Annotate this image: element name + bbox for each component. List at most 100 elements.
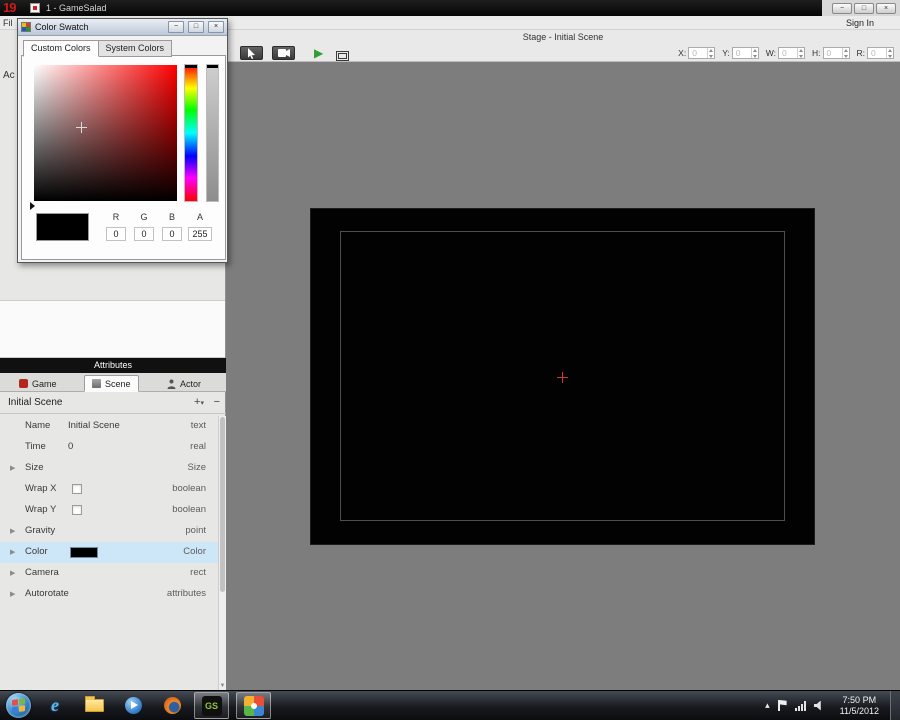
channel-b-input[interactable]: 0 xyxy=(162,227,182,241)
saturation-value-picker[interactable] xyxy=(34,65,177,201)
attr-name: Wrap X xyxy=(25,483,57,494)
expander-icon[interactable]: ▶ xyxy=(10,569,15,577)
dialog-maximize-icon[interactable]: □ xyxy=(188,21,204,33)
stage-header-title: Stage - Initial Scene xyxy=(226,30,900,45)
attr-row-name[interactable]: Name Initial Scene text xyxy=(0,416,218,437)
taskbar-firefox-button[interactable] xyxy=(157,692,187,720)
attr-row-gravity[interactable]: ▶ Gravity point xyxy=(0,521,218,542)
field-x-input[interactable]: 0 xyxy=(688,47,716,59)
show-hidden-icons-icon[interactable]: ▴ xyxy=(765,701,770,710)
field-y-label: Y: xyxy=(722,48,730,58)
add-attribute-button[interactable]: +▾ xyxy=(194,395,204,411)
taskbar-gamesalad-button[interactable]: GS xyxy=(194,692,229,719)
dialog-close-icon[interactable]: × xyxy=(208,21,224,33)
file-menu[interactable]: Fil xyxy=(3,18,13,28)
select-tool-button[interactable] xyxy=(240,46,263,60)
expander-icon[interactable]: ▶ xyxy=(10,548,15,556)
start-button[interactable] xyxy=(6,693,31,718)
system-tray: ▴ 7:50 PM 11/5/2012 xyxy=(765,695,886,717)
wrap-x-checkbox[interactable] xyxy=(72,484,82,494)
dialog-body: R G B A 0 0 0 255 xyxy=(21,55,226,260)
attr-type: boolean xyxy=(172,504,206,515)
channel-b-label: B xyxy=(168,212,175,222)
action-center-icon[interactable] xyxy=(777,700,787,711)
alpha-slider[interactable] xyxy=(206,64,219,202)
field-x-label: X: xyxy=(678,48,687,58)
folder-icon xyxy=(84,696,104,712)
attr-name: Name xyxy=(25,420,51,431)
expander-icon[interactable]: ▶ xyxy=(10,527,15,535)
dialog-tab-bar: Custom Colors System Colors xyxy=(23,40,173,57)
attr-type: real xyxy=(190,441,206,452)
hue-slider[interactable] xyxy=(184,64,198,202)
close-icon[interactable]: × xyxy=(876,2,896,14)
stepper-icon[interactable] xyxy=(750,48,758,58)
field-r-label: R: xyxy=(856,48,866,58)
attr-value[interactable]: 0 xyxy=(68,441,73,452)
field-h-input[interactable]: 0 xyxy=(822,47,850,59)
stepper-icon[interactable] xyxy=(841,48,849,58)
field-r-input[interactable]: 0 xyxy=(867,47,894,59)
taskbar-media-player-button[interactable] xyxy=(118,692,148,720)
play-button[interactable]: ▶ xyxy=(314,45,323,61)
scroll-down-icon[interactable]: ▼ xyxy=(219,683,226,689)
show-desktop-button[interactable] xyxy=(890,690,900,720)
dialog-minimize-icon[interactable]: − xyxy=(168,21,184,33)
volume-icon[interactable] xyxy=(813,700,821,711)
tab-game[interactable]: Game xyxy=(12,375,64,392)
wrap-y-checkbox[interactable] xyxy=(72,505,82,515)
actor-icon xyxy=(167,379,176,389)
field-y-input[interactable]: 0 xyxy=(731,47,759,59)
taskbar-explorer-button[interactable] xyxy=(79,692,109,720)
attr-row-color[interactable]: ▶ Color Color xyxy=(0,542,218,563)
expander-icon[interactable]: ▶ xyxy=(10,464,15,472)
attr-row-autorotate[interactable]: ▶ Autorotate attributes xyxy=(0,584,218,605)
sign-in-link[interactable]: Sign In xyxy=(846,18,874,28)
attr-row-camera[interactable]: ▶ Camera rect xyxy=(0,563,218,584)
tab-system-colors[interactable]: System Colors xyxy=(98,40,173,57)
tab-custom-colors[interactable]: Custom Colors xyxy=(23,40,99,57)
camera-tool-button[interactable] xyxy=(272,46,295,60)
attributes-scrollbar[interactable]: ▼ xyxy=(218,416,226,690)
attr-row-wrap-x[interactable]: Wrap X boolean xyxy=(0,479,218,500)
field-w-input[interactable]: 0 xyxy=(778,47,805,59)
maximize-icon[interactable]: □ xyxy=(854,2,874,14)
color-swatch-dialog: Color Swatch − □ × Custom Colors System … xyxy=(17,18,228,263)
tab-actor[interactable]: Actor xyxy=(160,375,208,392)
attr-row-wrap-y[interactable]: Wrap Y boolean xyxy=(0,500,218,521)
field-x: X: 0 xyxy=(678,47,716,59)
scene-icon xyxy=(92,379,101,388)
attr-row-time[interactable]: Time 0 real xyxy=(0,437,218,458)
dialog-titlebar[interactable]: Color Swatch − □ × xyxy=(18,19,227,36)
taskbar-recorder-button[interactable] xyxy=(236,692,271,719)
tab-game-label: Game xyxy=(32,378,57,389)
transform-fields: X: 0 Y: 0 W: 0 H: 0 R: 0 xyxy=(678,47,894,59)
scrollbar-thumb[interactable] xyxy=(220,417,225,592)
scene-stage[interactable] xyxy=(310,208,815,545)
color-swatch-icon xyxy=(21,22,31,32)
color-value-swatch[interactable] xyxy=(70,547,98,558)
taskbar-clock[interactable]: 7:50 PM 11/5/2012 xyxy=(840,695,879,717)
expander-icon[interactable]: ▶ xyxy=(10,590,15,598)
alpha-marker[interactable] xyxy=(207,65,218,68)
stepper-icon[interactable] xyxy=(886,48,893,58)
screen: 19 1 - GameSalad − □ × Fil Sign In Ac At… xyxy=(0,0,900,720)
tab-scene[interactable]: Scene xyxy=(84,375,139,392)
attr-type: Size xyxy=(187,462,206,473)
field-w: W: 0 xyxy=(766,47,805,59)
caret-down-icon: ▾ xyxy=(200,400,204,407)
attr-type: rect xyxy=(190,567,206,578)
attr-value[interactable]: Initial Scene xyxy=(68,420,120,431)
taskbar-ie-button[interactable]: e xyxy=(40,692,70,720)
remove-attribute-button[interactable]: − xyxy=(214,395,220,410)
stepper-icon[interactable] xyxy=(707,48,714,58)
channel-a-input[interactable]: 255 xyxy=(188,227,212,241)
network-icon[interactable] xyxy=(794,700,806,711)
attr-row-size[interactable]: ▶ Size Size xyxy=(0,458,218,479)
minimize-icon[interactable]: − xyxy=(832,2,852,14)
hue-marker[interactable] xyxy=(185,65,197,68)
stepper-icon[interactable] xyxy=(797,48,804,58)
channel-g-input[interactable]: 0 xyxy=(134,227,154,241)
channel-r-input[interactable]: 0 xyxy=(106,227,126,241)
camera-icon xyxy=(277,49,290,57)
